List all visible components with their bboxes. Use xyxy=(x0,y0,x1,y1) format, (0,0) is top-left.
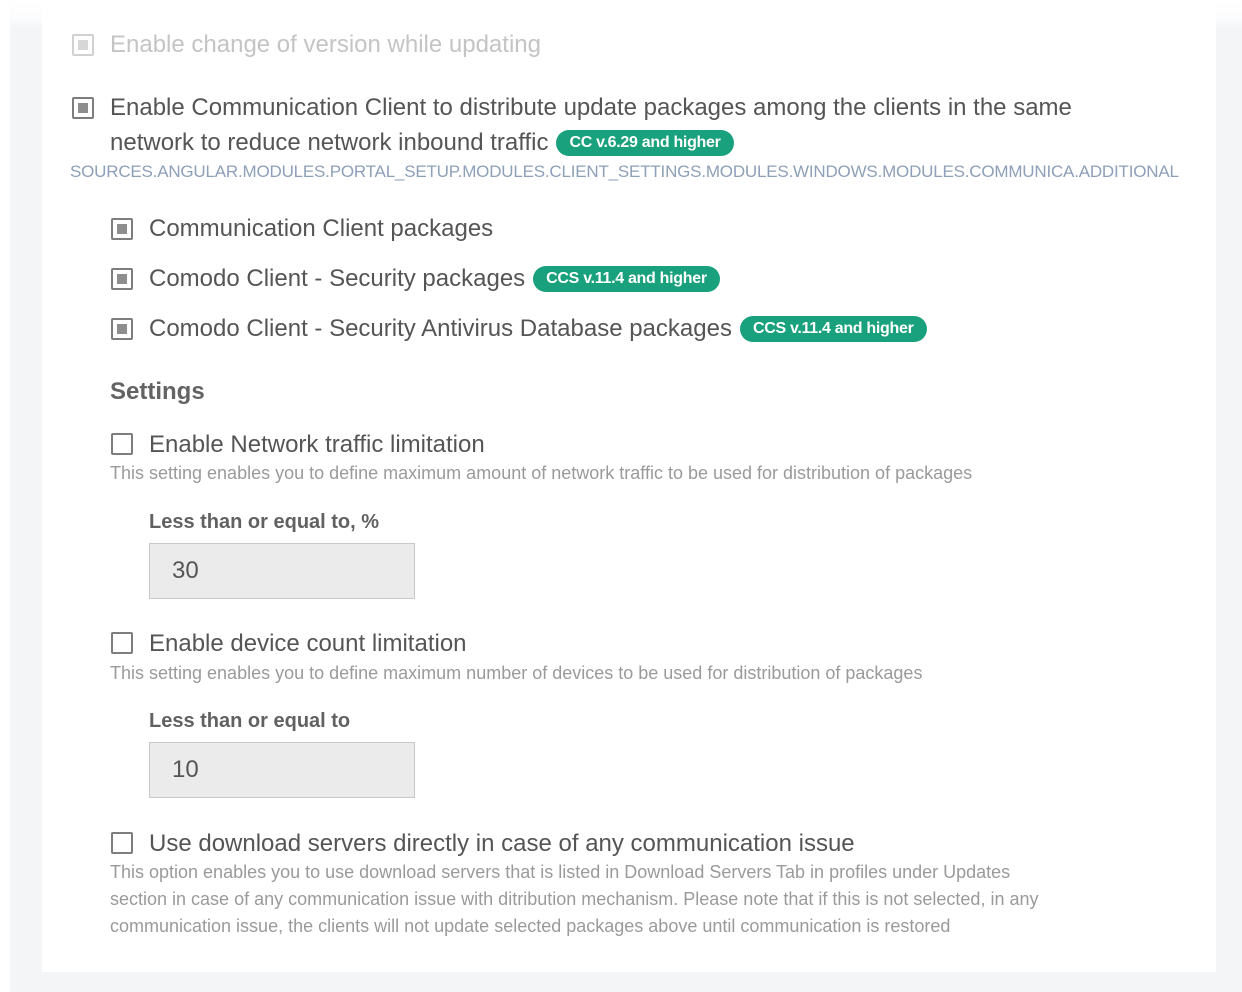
pkg-communication-client-label: Communication Client packages xyxy=(149,215,493,243)
pkg-antivirus-db-text: Comodo Client - Security Antivirus Datab… xyxy=(149,315,732,342)
pkg-security-checkbox[interactable] xyxy=(111,268,133,290)
scroll-fade-overlay xyxy=(0,0,1242,30)
device-limit-checkbox[interactable] xyxy=(111,632,133,654)
pkg-antivirus-db-checkbox[interactable] xyxy=(111,318,133,340)
pkg-communication-client-checkbox[interactable] xyxy=(111,218,133,240)
settings-heading: Settings xyxy=(110,378,205,405)
comm-client-label-text: network to reduce network inbound traffi… xyxy=(110,129,549,156)
download-servers-description-line2: section in case of any communication iss… xyxy=(110,889,1039,909)
network-limit-label: Enable Network traffic limitation xyxy=(149,431,485,458)
i18n-key-text: SOURCES.ANGULAR.MODULES.PORTAL_SETUP.MOD… xyxy=(70,162,1179,181)
download-servers-description-line1: This option enables you to use download … xyxy=(110,862,1011,882)
comm-client-label-line1: Enable Communication Client to distribut… xyxy=(110,94,1072,121)
device-limit-description: This setting enables you to define maxim… xyxy=(110,663,923,683)
network-limit-input[interactable] xyxy=(149,543,415,599)
device-limit-field-label: Less than or equal to xyxy=(149,710,351,732)
comm-client-checkbox[interactable] xyxy=(72,97,94,119)
pkg-communication-client-text: Communication Client packages xyxy=(149,215,494,242)
download-servers-description-line3: communication issue, the clients will no… xyxy=(110,916,951,936)
download-servers-checkbox[interactable] xyxy=(111,832,133,854)
network-limit-description: This setting enables you to define maxim… xyxy=(110,463,973,483)
network-limit-checkbox[interactable] xyxy=(111,433,133,455)
comm-client-label-line2: network to reduce network inbound traffi… xyxy=(110,129,734,157)
version-change-label: Enable change of version while updating xyxy=(110,31,541,58)
device-limit-label: Enable device count limitation xyxy=(149,630,467,657)
version-change-checkbox[interactable] xyxy=(72,34,94,56)
pkg-antivirus-db-label: Comodo Client - Security Antivirus Datab… xyxy=(149,315,927,343)
version-badge: CC v.6.29 and higher xyxy=(556,130,734,156)
network-limit-field-label: Less than or equal to, % xyxy=(149,511,380,533)
version-badge: CCS v.11.4 and higher xyxy=(739,316,927,342)
pkg-security-text: Comodo Client - Security packages xyxy=(149,265,526,292)
pkg-security-label: Comodo Client - Security packages CCS v.1… xyxy=(149,265,720,293)
download-servers-label: Use download servers directly in case of… xyxy=(149,830,855,857)
version-badge: CCS v.11.4 and higher xyxy=(533,266,720,292)
device-limit-input[interactable] xyxy=(149,742,415,798)
